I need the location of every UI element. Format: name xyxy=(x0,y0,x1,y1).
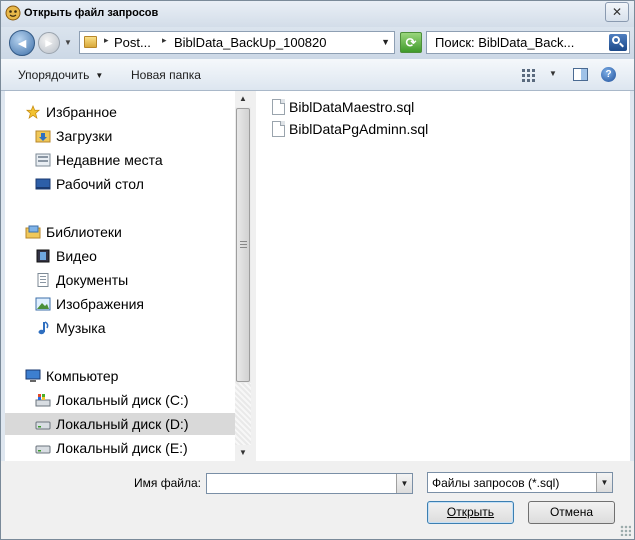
search-placeholder: Поиск: BiblData_Back... xyxy=(435,35,575,50)
open-file-dialog: Открыть файл запросов ✕ ◄ ► ▼ ▸ Post... … xyxy=(0,0,635,540)
desktop-icon xyxy=(35,178,51,190)
documents-icon xyxy=(37,273,49,287)
star-icon xyxy=(25,105,41,119)
resize-grip-icon[interactable] xyxy=(620,525,631,536)
libraries-icon xyxy=(25,225,41,239)
nav-label: Документы xyxy=(56,272,129,288)
scroll-up-icon[interactable]: ▲ xyxy=(235,91,251,107)
nav-item-documents[interactable]: Документы xyxy=(5,269,235,291)
drive-icon xyxy=(35,421,51,430)
sql-file-icon xyxy=(272,121,285,137)
open-label: Открыть xyxy=(446,505,495,519)
filename-input[interactable]: ▼ xyxy=(206,473,413,494)
navigation-pane: Избранное Загрузки Недавние места Рабочи… xyxy=(5,91,235,461)
cancel-button[interactable]: Отмена xyxy=(528,501,615,524)
sql-file-icon xyxy=(272,99,285,115)
navigation-scrollbar[interactable]: ▲ ▼ xyxy=(235,91,251,461)
app-icon xyxy=(5,5,21,21)
nav-favorites[interactable]: Избранное xyxy=(5,101,235,123)
command-bar: Упорядочить ▼ Новая папка ▼ ? xyxy=(1,59,634,91)
close-button[interactable]: ✕ xyxy=(605,2,629,22)
forward-button[interactable]: ► xyxy=(38,32,60,54)
nav-item-drive-e[interactable]: Локальный диск (E:) xyxy=(5,437,235,459)
preview-pane-icon[interactable] xyxy=(573,68,588,81)
pictures-icon xyxy=(35,297,51,311)
nav-label: Музыка xyxy=(56,320,106,336)
filename-label: Имя файла: xyxy=(134,476,201,490)
nav-label: Компьютер xyxy=(46,368,119,384)
nav-label: Библиотеки xyxy=(46,224,122,240)
file-list: BiblDataMaestro.sql BiblDataPgAdminn.sql xyxy=(256,91,630,461)
new-folder-button[interactable]: Новая папка xyxy=(131,68,201,82)
address-row: ◄ ► ▼ ▸ Post... ▸ BiblData_BackUp_100820… xyxy=(1,27,634,59)
nav-item-drive-c[interactable]: Локальный диск (C:) xyxy=(5,389,235,411)
nav-item-downloads[interactable]: Загрузки xyxy=(5,125,235,147)
breadcrumb-item[interactable]: Post... xyxy=(114,35,151,50)
organize-button[interactable]: Упорядочить ▼ xyxy=(18,68,103,82)
nav-label: Изображения xyxy=(56,296,144,312)
filetype-value: Файлы запросов (*.sql) xyxy=(432,476,560,490)
nav-label: Локальный диск (E:) xyxy=(56,440,188,456)
nav-item-music[interactable]: Музыка xyxy=(5,317,235,339)
scrollbar-track[interactable] xyxy=(235,383,251,445)
filename-dropdown-icon[interactable]: ▼ xyxy=(396,474,412,493)
breadcrumb-separator-icon[interactable]: ▸ xyxy=(162,35,167,46)
title-bar: Открыть файл запросов ✕ xyxy=(1,1,634,27)
window-title: Открыть файл запросов xyxy=(24,7,159,19)
folder-icon xyxy=(84,36,97,48)
address-bar[interactable]: ▸ Post... ▸ BiblData_BackUp_100820 ▼ xyxy=(79,31,395,54)
organize-label: Упорядочить xyxy=(18,68,90,82)
computer-icon xyxy=(25,369,41,382)
filetype-select[interactable]: Файлы запросов (*.sql) ▼ xyxy=(427,472,613,493)
nav-item-desktop[interactable]: Рабочий стол xyxy=(5,173,235,195)
nav-label: Избранное xyxy=(46,104,117,120)
views-dropdown-icon[interactable]: ▼ xyxy=(549,69,557,78)
file-name: BiblDataPgAdminn.sql xyxy=(289,121,429,137)
downloads-folder-icon xyxy=(35,130,51,143)
drive-icon xyxy=(35,445,51,454)
breadcrumb-separator-icon[interactable]: ▸ xyxy=(104,35,109,46)
nav-item-drive-d[interactable]: Локальный диск (D:) xyxy=(5,413,235,435)
video-icon xyxy=(36,249,50,263)
nav-label: Видео xyxy=(56,248,97,264)
open-button[interactable]: Открыть xyxy=(427,501,514,524)
nav-libraries[interactable]: Библиотеки xyxy=(5,221,235,243)
nav-label: Недавние места xyxy=(56,152,163,168)
dialog-footer: Имя файла: ▼ Файлы запросов (*.sql) ▼ От… xyxy=(1,461,634,539)
nav-computer[interactable]: Компьютер xyxy=(5,365,235,387)
recent-places-icon xyxy=(35,153,51,167)
file-name: BiblDataMaestro.sql xyxy=(289,99,415,115)
file-item[interactable]: BiblDataMaestro.sql xyxy=(270,97,470,117)
filetype-dropdown-icon[interactable]: ▼ xyxy=(596,473,612,492)
nav-item-video[interactable]: Видео xyxy=(5,245,235,267)
system-drive-icon xyxy=(35,394,51,407)
nav-label: Локальный диск (C:) xyxy=(56,392,189,408)
search-input[interactable]: Поиск: BiblData_Back... xyxy=(426,31,630,54)
music-icon xyxy=(38,321,49,335)
search-icon[interactable] xyxy=(609,34,627,51)
history-dropdown-icon[interactable]: ▼ xyxy=(63,37,73,49)
views-icon[interactable] xyxy=(522,69,536,82)
nav-item-recent-places[interactable]: Недавние места xyxy=(5,149,235,171)
nav-label: Рабочий стол xyxy=(56,176,144,192)
nav-label: Загрузки xyxy=(56,128,113,144)
back-button[interactable]: ◄ xyxy=(9,30,35,56)
refresh-button[interactable]: ⟳ xyxy=(400,32,422,53)
nav-item-pictures[interactable]: Изображения xyxy=(5,293,235,315)
chevron-down-icon: ▼ xyxy=(95,71,104,80)
file-item[interactable]: BiblDataPgAdminn.sql xyxy=(270,119,470,139)
nav-label: Локальный диск (D:) xyxy=(56,416,189,432)
help-icon[interactable]: ? xyxy=(601,67,616,82)
address-dropdown-icon[interactable]: ▼ xyxy=(381,37,390,47)
scrollbar-thumb[interactable] xyxy=(236,108,250,382)
breadcrumb-item-current[interactable]: BiblData_BackUp_100820 xyxy=(174,35,327,50)
scroll-down-icon[interactable]: ▼ xyxy=(235,445,251,461)
